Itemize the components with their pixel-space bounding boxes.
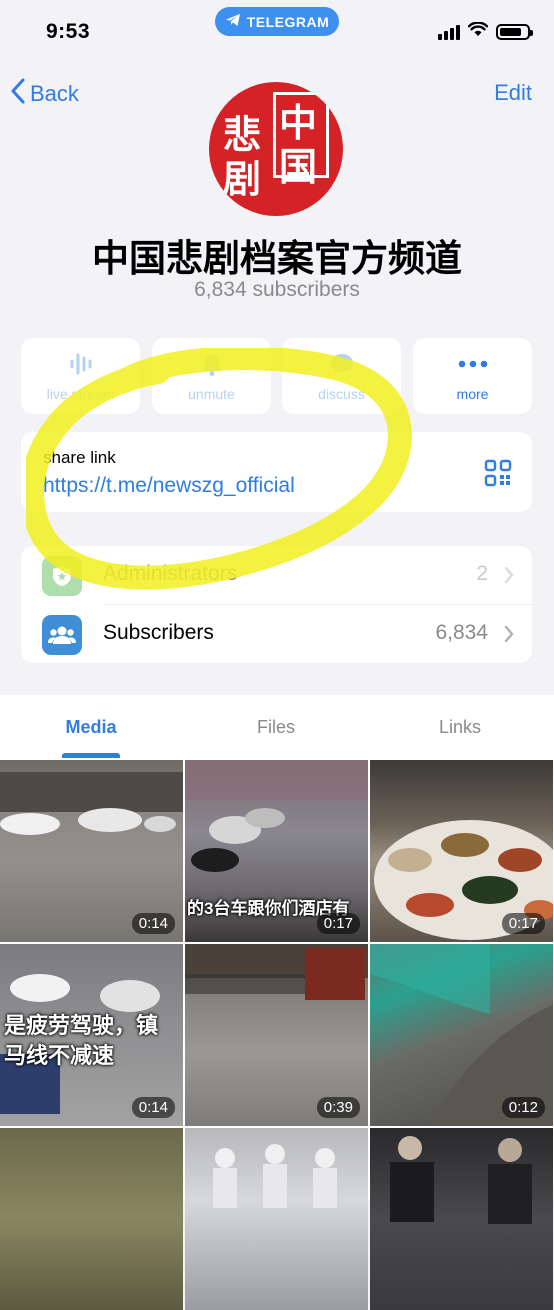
media-grid: 0:14 的3台车跟你们酒店有 0:17 0:17 是疲劳驾驶，镇 马线不减速 …: [0, 760, 554, 1310]
chevron-right-icon: [504, 625, 514, 648]
subscribers-label: Subscribers: [103, 621, 214, 644]
video-subtitle-line-1: 是疲劳驾驶，镇: [4, 1013, 159, 1038]
telegram-pill-label: TELEGRAM: [246, 13, 330, 30]
admin-shield-icon: [42, 556, 82, 596]
media-thumbnail[interactable]: 0:17: [370, 760, 553, 942]
media-tabs: Media Files Links: [0, 695, 554, 760]
status-icons: [438, 21, 533, 42]
media-thumbnail[interactable]: [185, 1128, 368, 1310]
channel-avatar[interactable]: 悲 剧 中 国: [209, 82, 343, 216]
chevron-right-icon: [504, 566, 514, 589]
telegram-plane-icon: [225, 13, 241, 30]
media-thumbnail[interactable]: [370, 1128, 553, 1310]
discuss-label: discuss: [318, 386, 365, 402]
waveform-icon: [21, 352, 140, 376]
people-icon: [42, 615, 82, 655]
chevron-left-icon: [10, 78, 26, 110]
live-stream-label: live stream: [46, 386, 115, 402]
media-thumbnail[interactable]: 0:12: [370, 944, 553, 1126]
battery-icon: [496, 24, 533, 40]
more-button[interactable]: more: [413, 338, 532, 414]
back-button[interactable]: Back: [10, 78, 79, 110]
video-duration: 0:14: [131, 1097, 175, 1118]
subscriber-count: 6,834 subscribers: [194, 278, 360, 301]
tab-media[interactable]: Media: [21, 717, 161, 738]
administrators-label: Administrators: [103, 562, 238, 585]
live-stream-button[interactable]: live stream: [21, 338, 140, 414]
video-duration: 0:17: [316, 913, 360, 934]
crowd-people-thumbnail: [390, 1136, 532, 1224]
video-duration: 0:17: [501, 913, 545, 934]
workers-thumbnail: [213, 1144, 337, 1208]
video-duration: 0:39: [316, 1097, 360, 1118]
video-duration: 0:14: [131, 913, 175, 934]
media-thumbnail[interactable]: 是疲劳驾驶，镇 马线不减速 0:14: [0, 944, 183, 1126]
unmute-button[interactable]: unmute: [152, 338, 271, 414]
members-card: Administrators 2 Subscribers 6,834: [21, 546, 532, 663]
status-time: 9:53: [46, 20, 91, 43]
media-thumbnail[interactable]: 0:14: [0, 760, 183, 942]
video-duration: 0:12: [501, 1097, 545, 1118]
tab-links[interactable]: Links: [390, 717, 530, 738]
unmute-label: unmute: [188, 386, 235, 402]
cellular-signal-icon: [438, 24, 460, 40]
ellipsis-icon: [413, 352, 532, 376]
media-thumbnail[interactable]: [0, 1128, 183, 1310]
avatar-char-4: 国: [279, 144, 318, 189]
media-thumbnail[interactable]: 0:39: [185, 944, 368, 1126]
qr-code-icon[interactable]: [484, 459, 512, 487]
tab-files[interactable]: Files: [206, 717, 346, 738]
discuss-button[interactable]: discuss: [282, 338, 401, 414]
share-link-label: share link: [43, 448, 116, 467]
media-thumbnail[interactable]: 的3台车跟你们酒店有 0:17: [185, 760, 368, 942]
back-label: Back: [30, 81, 79, 106]
administrators-row[interactable]: Administrators 2: [21, 546, 532, 605]
more-label: more: [456, 386, 489, 402]
share-link-url[interactable]: https://t.me/newszg_official: [43, 474, 295, 498]
video-subtitle-line-2: 马线不减速: [4, 1043, 115, 1068]
bell-icon: [152, 352, 271, 376]
subscribers-row-count: 6,834: [435, 621, 488, 644]
channel-title: 中国悲剧档案官方频道: [92, 238, 462, 279]
subscribers-row[interactable]: Subscribers 6,834: [21, 605, 532, 663]
administrators-count: 2: [476, 562, 488, 585]
share-link-card: share link https://t.me/newszg_official: [21, 432, 532, 512]
edit-button[interactable]: Edit: [494, 80, 532, 106]
status-bar: 9:53 TELEGRAM: [0, 0, 554, 64]
wifi-icon: [467, 21, 489, 42]
battery-level: [500, 28, 521, 36]
telegram-return-pill[interactable]: TELEGRAM: [215, 7, 339, 36]
avatar-char-2: 剧: [223, 156, 262, 201]
chat-bubble-icon: [282, 352, 401, 376]
active-tab-indicator: [62, 753, 120, 758]
